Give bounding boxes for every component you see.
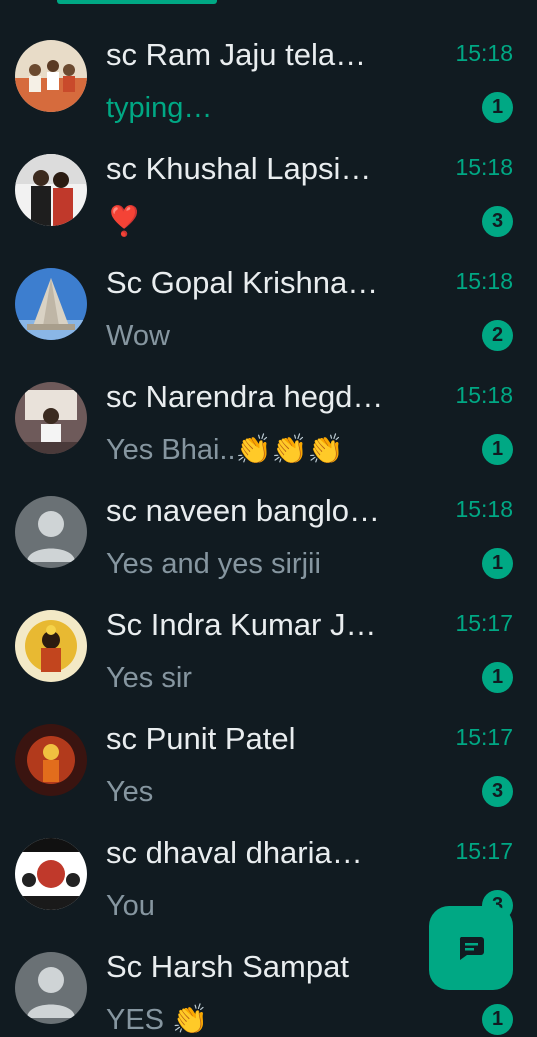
contact-avatar[interactable] [15,268,87,340]
unread-count-badge: 1 [482,1004,513,1035]
chat-name: Sc Gopal Krishna… [106,265,379,300]
chat-name: sc Narendra hegd… [106,379,384,414]
chat-row[interactable]: sc Ram Jaju tela… 15:18 typing… 1 [0,0,537,124]
chat-timestamp: 15:17 [455,724,513,750]
chat-timestamp: 15:17 [455,610,513,636]
contact-avatar[interactable] [15,838,87,910]
chat-row[interactable]: sc naveen banglo… 15:18 Yes and yes sirj… [0,456,537,580]
contact-avatar[interactable] [15,610,87,682]
chat-row[interactable]: sc Punit Patel 15:17 Yes 3 [0,684,537,808]
chat-row[interactable]: sc Narendra hegd… 15:18 Yes Bhai..👏👏👏 1 [0,342,537,466]
chat-name: sc naveen banglo… [106,493,381,528]
chat-list: sc Ram Jaju tela… 15:18 typing… 1 sc Khu… [0,0,537,1036]
chat-timestamp: 15:18 [455,40,513,66]
contact-avatar[interactable] [15,40,87,112]
chat-row[interactable]: Sc Gopal Krishna… 15:18 Wow 2 [0,228,537,352]
chat-name: Sc Indra Kumar J… [106,607,377,642]
chat-timestamp: 15:18 [455,154,513,180]
default-avatar-icon[interactable] [15,952,87,1024]
chat-row[interactable]: sc Khushal Lapsi… 15:18 ❣️ 3 [0,114,537,238]
default-avatar-icon[interactable] [15,496,87,568]
chat-name: sc Khushal Lapsi… [106,151,372,186]
chat-row[interactable]: Sc Indra Kumar J… 15:17 Yes sir 1 [0,570,537,694]
new-chat-button[interactable] [429,906,513,990]
chat-timestamp: 15:18 [455,382,513,408]
chat-timestamp: 15:17 [455,838,513,864]
chat-name: sc dhaval dharia… [106,835,363,870]
chat-timestamp: 15:18 [455,496,513,522]
new-chat-icon [459,937,484,960]
contact-avatar[interactable] [15,154,87,226]
chat-last-message: YES 👏 [106,1004,209,1036]
contact-avatar[interactable] [15,382,87,454]
chat-name: sc Punit Patel [106,721,296,756]
chat-name: sc Ram Jaju tela… [106,37,367,72]
chat-row[interactable]: sc dhaval dharia… 15:17 You 3 [0,798,537,922]
contact-avatar[interactable] [15,724,87,796]
chat-timestamp: 15:18 [455,268,513,294]
chat-name: Sc Harsh Sampat [106,949,349,984]
